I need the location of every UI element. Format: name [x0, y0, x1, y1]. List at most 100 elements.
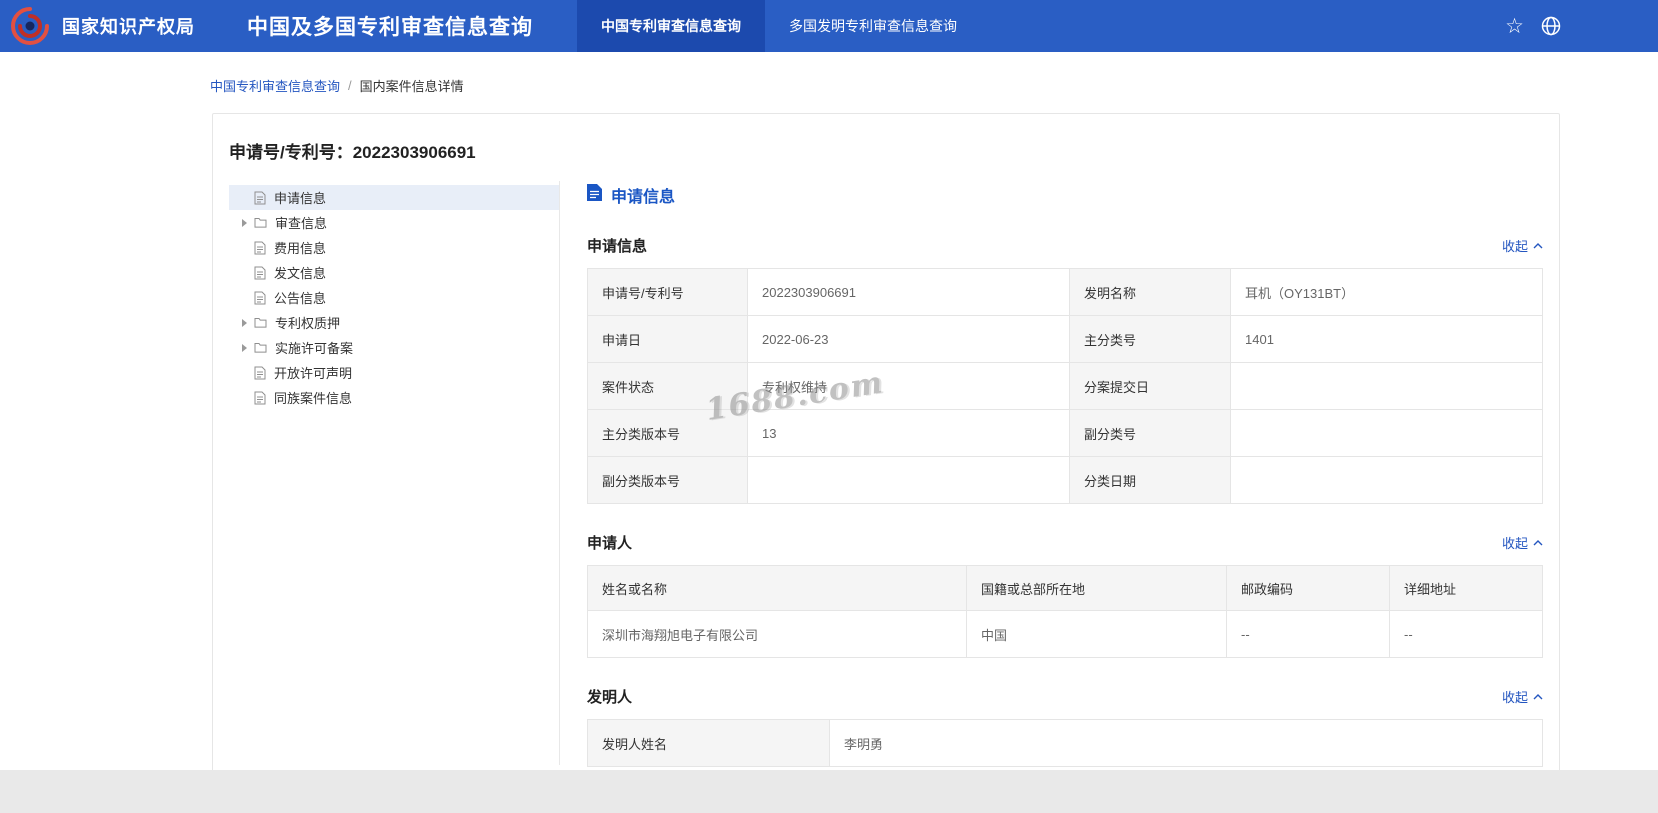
org-name: 国家知识产权局: [62, 17, 195, 37]
sidebar-item-license-record[interactable]: 实施许可备案: [229, 335, 559, 360]
collapse-label: 收起: [1501, 536, 1528, 551]
sidebar-item-label: 实施许可备案: [275, 341, 354, 356]
sidebar-item-label: 专利权质押: [275, 316, 341, 331]
document-icon: [254, 366, 266, 380]
favorite-star-icon[interactable]: ☆: [1505, 16, 1524, 37]
collapse-application-info-link[interactable]: 收起: [1502, 236, 1543, 255]
field-value: [1230, 409, 1543, 457]
field-label: 发明名称: [1069, 268, 1231, 316]
table-row: 主分类版本号 13 副分类号: [587, 409, 1543, 457]
sidebar-item-family-cases[interactable]: 同族案件信息: [229, 385, 559, 410]
inventor-table: 发明人姓名 李明勇: [587, 719, 1543, 767]
document-icon: [254, 191, 266, 205]
field-label: 申请号/专利号: [587, 268, 748, 316]
section-title: 发明人: [587, 689, 633, 706]
document-icon: [254, 241, 266, 255]
applicant-address: --: [1389, 610, 1543, 658]
case-number-title: 申请号/专利号：2022303906691: [229, 143, 476, 162]
sidebar-item-issued-documents[interactable]: 发文信息: [229, 260, 559, 285]
tab-multi-country-query[interactable]: 多国发明专利审查信息查询: [765, 0, 981, 52]
column-header: 详细地址: [1389, 565, 1543, 611]
folder-icon: [254, 342, 267, 353]
sidebar-item-patent-pledge[interactable]: 专利权质押: [229, 310, 559, 335]
sidebar-item-open-license-statement[interactable]: 开放许可声明: [229, 360, 559, 385]
field-value: 专利权维持: [747, 362, 1070, 410]
column-header: 邮政编码: [1226, 565, 1390, 611]
table-row: 副分类版本号 分类日期: [587, 456, 1543, 504]
field-label: 发明人姓名: [587, 719, 830, 767]
sidebar-item-label: 同族案件信息: [274, 391, 353, 406]
tab-china-patent-query[interactable]: 中国专利审查信息查询: [577, 0, 765, 52]
top-header: 国家知识产权局 中国及多国专利审查信息查询 中国专利审查信息查询 多国发明专利审…: [0, 0, 1658, 52]
field-value: 1401: [1230, 315, 1543, 363]
table-row: 案件状态 专利权维持 分案提交日: [587, 362, 1543, 410]
section-title: 申请信息: [587, 238, 648, 255]
field-label: 副分类版本号: [587, 456, 748, 504]
sidebar-item-gazette-info[interactable]: 公告信息: [229, 285, 559, 310]
collapse-inventor-link[interactable]: 收起: [1502, 687, 1543, 706]
folder-icon: [254, 317, 267, 328]
breadcrumb-current: 国内案件信息详情: [359, 79, 464, 94]
field-label: 案件状态: [587, 362, 748, 410]
field-label: 分类日期: [1069, 456, 1231, 504]
field-value: [747, 456, 1070, 504]
applicant-section-head: 申请人 收起: [587, 532, 1543, 553]
page-body: 中国专利审查信息查询 / 国内案件信息详情 申请号/专利号：2022303906…: [0, 52, 1658, 770]
field-value: [1230, 456, 1543, 504]
field-label: 主分类版本号: [587, 409, 748, 457]
section-tree: 申请信息 审查信息 费用信息 发文信息 公告信息 专利权质押 实施许可备案 开放…: [229, 181, 560, 765]
main-content: 1688.com 申请信息 申请信息 收起 申请号/专利号 2022303906…: [587, 181, 1543, 767]
applicant-table: 姓名或名称 国籍或总部所在地 邮政编码 详细地址 深圳市海翔旭电子有限公司 中国…: [587, 565, 1543, 658]
blue-document-icon: [587, 184, 602, 206]
sidebar-item-fee-info[interactable]: 费用信息: [229, 235, 559, 260]
document-icon: [254, 266, 266, 280]
collapse-label: 收起: [1501, 239, 1528, 254]
column-header: 国籍或总部所在地: [966, 565, 1227, 611]
table-row: 申请日 2022-06-23 主分类号 1401: [587, 315, 1543, 363]
chevron-up-icon: [1533, 693, 1543, 699]
expand-caret-icon: [242, 218, 247, 227]
sidebar-item-label: 公告信息: [274, 291, 327, 306]
table-row: 发明人姓名 李明勇: [587, 719, 1543, 767]
breadcrumb: 中国专利审查信息查询 / 国内案件信息详情: [0, 52, 1658, 113]
field-value: 2022-06-23: [747, 315, 1070, 363]
sidebar-item-label: 费用信息: [274, 241, 327, 256]
header-tabs: 中国专利审查信息查询 多国发明专利审查信息查询: [577, 0, 981, 52]
application-info-table: 申请号/专利号 2022303906691 发明名称 耳机（OY131BT） 申…: [587, 268, 1543, 504]
content-header-title: 申请信息: [611, 189, 676, 206]
sidebar-item-label: 发文信息: [274, 266, 327, 281]
chevron-up-icon: [1533, 539, 1543, 545]
table-row: 深圳市海翔旭电子有限公司 中国 -- --: [587, 610, 1543, 658]
folder-icon: [254, 217, 267, 228]
content-header: 申请信息: [587, 183, 1543, 207]
field-value: 耳机（OY131BT）: [1230, 268, 1543, 316]
header-icons: ☆: [1505, 15, 1658, 37]
document-icon: [254, 391, 266, 405]
sidebar-item-label: 审查信息: [275, 216, 328, 231]
sidebar-item-examination-info[interactable]: 审查信息: [229, 210, 559, 235]
breadcrumb-separator: /: [348, 78, 352, 93]
field-label: 申请日: [587, 315, 748, 363]
app-title: 中国及多国专利审查信息查询: [247, 16, 533, 39]
inventor-section-head: 发明人 收起: [587, 686, 1543, 707]
table-row: 申请号/专利号 2022303906691 发明名称 耳机（OY131BT）: [587, 268, 1543, 316]
chevron-up-icon: [1533, 242, 1543, 248]
globe-icon[interactable]: [1540, 15, 1562, 37]
field-label: 副分类号: [1069, 409, 1231, 457]
field-value: [1230, 362, 1543, 410]
field-value: 13: [747, 409, 1070, 457]
column-header: 姓名或名称: [587, 565, 967, 611]
cnipa-logo: [10, 6, 50, 46]
sidebar-item-application-info[interactable]: 申请信息: [229, 185, 559, 210]
collapse-applicant-link[interactable]: 收起: [1502, 533, 1543, 552]
applicant-nationality: 中国: [966, 610, 1227, 658]
table-header-row: 姓名或名称 国籍或总部所在地 邮政编码 详细地址: [587, 565, 1543, 611]
section-title: 申请人: [587, 535, 633, 552]
sidebar-item-label: 申请信息: [274, 191, 327, 206]
applicant-postcode: --: [1226, 610, 1390, 658]
field-label: 主分类号: [1069, 315, 1231, 363]
document-icon: [254, 291, 266, 305]
application-info-section-head: 申请信息 收起: [587, 235, 1543, 256]
inventor-name: 李明勇: [829, 719, 1543, 767]
breadcrumb-root-link[interactable]: 中国专利审查信息查询: [210, 76, 340, 95]
